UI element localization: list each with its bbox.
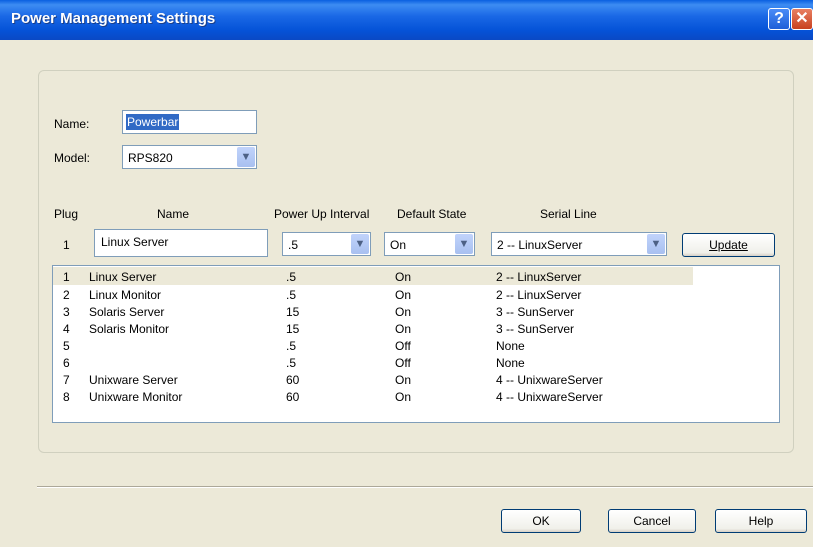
- header-plug: Plug: [54, 207, 79, 221]
- plug-serial: 4 -- UnixwareServer: [496, 390, 603, 404]
- plug-interval: 15: [286, 305, 300, 319]
- serial-line-select[interactable]: 2 -- LinuxServer ▼: [491, 232, 667, 256]
- name-label: Name:: [54, 117, 90, 131]
- plug-name: Linux Server: [89, 270, 157, 284]
- plug-name: Linux Monitor: [89, 288, 162, 302]
- plug-name: Unixware Monitor: [89, 390, 183, 404]
- plug-interval: .5: [286, 270, 297, 284]
- plug-state: On: [395, 390, 412, 404]
- chevron-down-icon[interactable]: ▼: [455, 234, 473, 254]
- header-serial-line: Serial Line: [540, 207, 597, 221]
- list-item[interactable]: 3 Solaris Server 15 On 3 -- SunServer: [53, 302, 693, 320]
- list-item[interactable]: 8 Unixware Monitor 60 On 4 -- UnixwareSe…: [53, 387, 693, 405]
- plug-state: On: [395, 270, 412, 284]
- list-item[interactable]: 2 Linux Monitor .5 On 2 -- LinuxServer: [53, 285, 693, 303]
- plug-serial: 4 -- UnixwareServer: [496, 373, 603, 387]
- plug-number: 6: [63, 356, 70, 370]
- plug-serial: 2 -- LinuxServer: [496, 288, 582, 302]
- title-bar: Power Management Settings ? ✕: [0, 0, 813, 40]
- plug-serial: 2 -- LinuxServer: [496, 270, 582, 284]
- plug-interval: 15: [286, 322, 300, 336]
- plug-interval: 60: [286, 390, 300, 404]
- close-icon[interactable]: ✕: [791, 8, 813, 30]
- list-item[interactable]: 7 Unixware Server 60 On 4 -- UnixwareSer…: [53, 370, 693, 388]
- header-name: Name: [157, 207, 190, 221]
- plug-state: On: [395, 305, 412, 319]
- plug-serial: None: [496, 356, 525, 370]
- update-button-label: Update: [709, 238, 748, 252]
- cancel-button[interactable]: Cancel: [608, 509, 696, 533]
- list-item[interactable]: 4 Solaris Monitor 15 On 3 -- SunServer: [53, 319, 693, 337]
- model-select[interactable]: RPS820 ▼: [122, 145, 257, 169]
- plug-name: Unixware Server: [89, 373, 178, 387]
- plug-interval: .5: [286, 288, 297, 302]
- name-field[interactable]: Powerbar: [122, 110, 257, 134]
- interval-value: .5: [288, 238, 299, 252]
- model-value: RPS820: [128, 151, 173, 165]
- ok-button[interactable]: OK: [501, 509, 581, 533]
- chevron-down-icon[interactable]: ▼: [237, 147, 255, 167]
- window-title: Power Management Settings: [11, 10, 216, 27]
- chevron-down-icon[interactable]: ▼: [647, 234, 665, 254]
- plug-name: Solaris Server: [89, 305, 165, 319]
- serial-value: 2 -- LinuxServer: [497, 238, 583, 252]
- model-label: Model:: [54, 151, 91, 165]
- plug-name: Solaris Monitor: [89, 322, 170, 336]
- chevron-down-icon[interactable]: ▼: [351, 234, 369, 254]
- plug-number: 4: [63, 322, 70, 336]
- plug-state: On: [395, 322, 412, 336]
- list-item[interactable]: 1 Linux Server .5 On 2 -- LinuxServer: [53, 267, 693, 285]
- separator: [37, 486, 813, 488]
- plug-state: Off: [395, 339, 411, 353]
- plug-serial: None: [496, 339, 525, 353]
- plug-serial: 3 -- SunServer: [496, 322, 575, 336]
- plug-number: 1: [63, 270, 70, 284]
- interval-select[interactable]: .5 ▼: [282, 232, 371, 256]
- default-state-select[interactable]: On ▼: [384, 232, 475, 256]
- header-power-up-interval: Power Up Interval: [274, 207, 370, 221]
- plug-list[interactable]: 1 Linux Server .5 On 2 -- LinuxServer 2 …: [52, 265, 780, 423]
- edit-plug-number: 1: [63, 238, 70, 252]
- list-item[interactable]: 5 .5 Off None: [53, 336, 693, 354]
- plug-state: On: [395, 288, 412, 302]
- state-value: On: [390, 238, 407, 252]
- plug-name-input[interactable]: Linux Server: [94, 229, 268, 257]
- plug-state: Off: [395, 356, 411, 370]
- header-default-state: Default State: [397, 207, 467, 221]
- plug-number: 2: [63, 288, 70, 302]
- plug-number: 7: [63, 373, 70, 387]
- plug-interval: .5: [286, 356, 297, 370]
- plug-interval: .5: [286, 339, 297, 353]
- update-button[interactable]: Update: [682, 233, 775, 257]
- list-item[interactable]: 6 .5 Off None: [53, 353, 693, 371]
- help-button[interactable]: Help: [715, 509, 807, 533]
- plug-interval: 60: [286, 373, 300, 387]
- help-icon[interactable]: ?: [768, 8, 790, 30]
- plug-number: 5: [63, 339, 70, 353]
- plug-number: 3: [63, 305, 70, 319]
- plug-state: On: [395, 373, 412, 387]
- plug-name-value: Linux Server: [101, 235, 169, 249]
- plug-serial: 3 -- SunServer: [496, 305, 575, 319]
- plug-number: 8: [63, 390, 70, 404]
- name-value: Powerbar: [126, 114, 180, 130]
